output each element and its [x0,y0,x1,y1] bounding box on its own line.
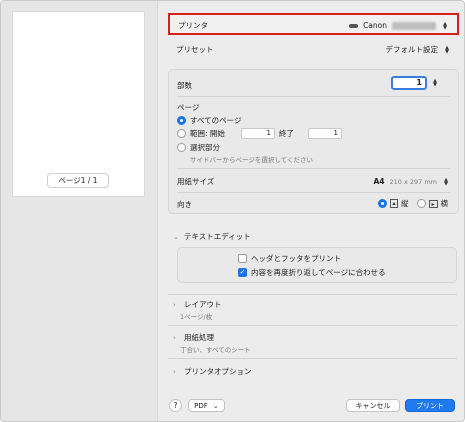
layout-title: レイアウト [184,300,222,309]
paper-size-dimensions: 210 x 297 mm [389,177,437,186]
pdf-menu-button[interactable]: PDF ⌄ [188,399,225,412]
rewrap-label: 内容を再度折り返してページに合わせる [251,268,386,277]
portrait-person-icon: ▴ [390,199,398,208]
paper-handling-summary: 丁合い、すべてのシート [180,346,251,354]
textedit-section-header[interactable]: ⌄ テキストエディット [173,231,251,242]
copies-label: 部数 [177,81,192,90]
pages-all-radio[interactable] [177,116,186,125]
updown-chevron-icon: ▲ ▼ [443,20,447,31]
orientation-label: 向き [177,200,192,209]
range-from-input[interactable]: 1 [240,128,275,139]
print-button[interactable]: プリント [405,399,455,412]
pages-all-label: すべてのページ [190,116,242,125]
printer-label: プリンタ [178,21,208,30]
pdf-label: PDF [194,401,208,410]
paper-size-value: A4 [373,177,385,186]
updown-chevron-icon: ▲ ▼ [445,44,449,55]
orientation-portrait-radio[interactable] [378,199,387,208]
presets-row[interactable]: プリセット デフォルト設定 ▲ ▼ [168,40,459,58]
copies-input[interactable]: 1 [391,76,427,90]
orientation-landscape-radio[interactable] [416,199,426,208]
paper-size-popup[interactable]: A4 210 x 297 mm ▲ ▼ [373,176,450,187]
cancel-button[interactable]: キャンセル [346,399,400,412]
print-dialog: ページ1 / 1 プリンタ Canon ▲ ▼ プリセット デフォルト設定 ▲ ▼ … [0,0,465,422]
preview-pane: ページ1 / 1 [1,1,158,421]
divider [177,192,450,193]
pages-range-option[interactable]: 範囲: 開始 1 終了 1 [177,128,342,139]
divider [168,294,457,295]
presets-label: プリセット [176,45,214,54]
pages-range-radio[interactable] [177,129,186,138]
pages-selection-label: 選択部分 [190,143,220,152]
landscape-person-icon: ▸ [428,199,438,208]
rewrap-option[interactable]: ✓ 内容を再度折り返してページに合わせる [238,267,386,278]
copies-stepper-icon[interactable]: ▲ ▼ [431,77,439,88]
printer-selector[interactable]: プリンタ Canon ▲ ▼ [168,13,459,35]
layout-summary: 1ページ/枚 [180,313,213,321]
textedit-panel: ヘッダとフッタをプリント ✓ 内容を再度折り返してページに合わせる [177,247,457,283]
orientation-landscape-label: 横 [440,199,449,208]
printer-icon [349,23,359,28]
paper-handling-section-header[interactable]: › 用紙処理 [173,332,214,343]
header-footer-option[interactable]: ヘッダとフッタをプリント [238,253,341,264]
divider [177,168,450,169]
printer-popup[interactable]: Canon ▲ ▼ [349,20,449,31]
pages-range-label: 範囲: 開始 [190,129,225,138]
chevron-right-icon: › [173,333,176,342]
printer-options-title: プリンタオプション [184,367,252,376]
textedit-title: テキストエディット [184,232,251,241]
updown-chevron-icon: ▲ ▼ [444,176,448,187]
pages-label: ページ [177,103,200,112]
settings-panel: 部数 1 ▲ ▼ ページ すべてのページ 範囲: 開始 1 終了 1 選択部分 サ… [168,69,459,214]
printer-options-section-header[interactable]: › プリンタオプション [173,366,252,377]
header-footer-checkbox[interactable] [238,254,247,263]
paper-handling-title: 用紙処理 [184,333,214,342]
presets-value: デフォルト設定 [385,45,439,54]
page-preview[interactable] [12,11,145,197]
chevron-right-icon: › [173,300,176,309]
pages-selection-option[interactable]: 選択部分 [177,142,220,153]
presets-popup[interactable]: デフォルト設定 ▲ ▼ [386,44,452,55]
range-to-input[interactable]: 1 [307,128,342,139]
chevron-down-icon: ⌄ [212,401,219,410]
orientation-options: ▴ 縦 ▸ 横 [378,198,448,209]
orientation-portrait-label: 縦 [401,199,409,208]
paper-size-label: 用紙サイズ [177,177,215,186]
divider [177,96,450,97]
selection-hint: サイドバーからページを選択してください [190,156,313,164]
rewrap-checkbox[interactable]: ✓ [238,268,247,277]
chevron-down-icon: ⌄ [173,232,179,241]
help-button[interactable]: ? [169,399,182,412]
chevron-right-icon: › [173,367,176,376]
range-to-label: 終了 [278,129,294,138]
pages-selection-radio[interactable] [177,143,186,152]
header-footer-label: ヘッダとフッタをプリント [251,254,341,263]
printer-name: Canon [363,21,387,30]
page-indicator: ページ1 / 1 [47,173,109,188]
printer-model-blurred [392,21,436,30]
divider [168,325,457,326]
layout-section-header[interactable]: › レイアウト [173,299,222,310]
divider [168,358,457,359]
pages-all-option[interactable]: すべてのページ [177,115,242,126]
